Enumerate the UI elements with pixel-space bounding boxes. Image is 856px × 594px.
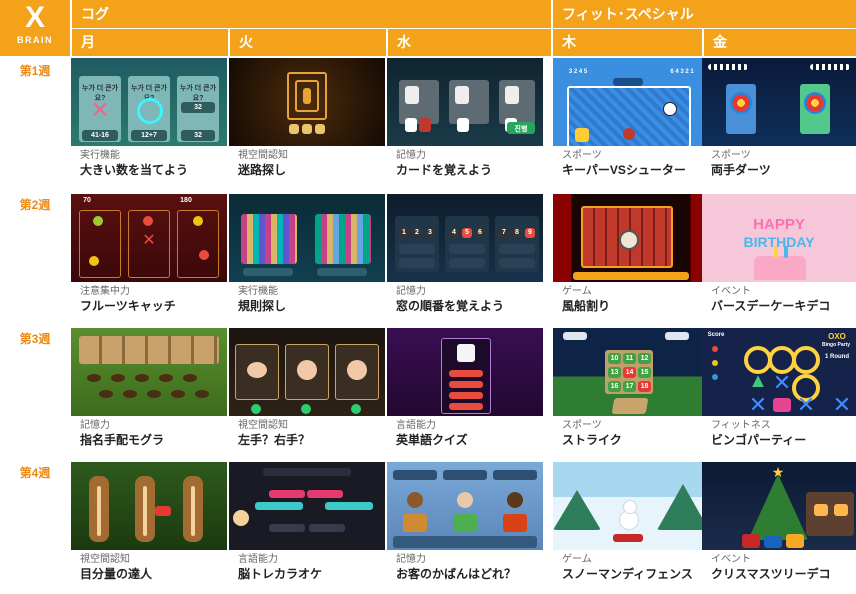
game-category: イベント [711,554,751,565]
game-card[interactable]: 누가 더 큰가요? 누가 더 큰가요? 누가 더 큰가요? ✕ 32 41-16… [71,58,227,178]
game-title: お客のかばんはどれ？ [396,567,517,581]
game-title: ビンゴパーティー [711,433,807,447]
game-category: ゲーム [562,554,592,565]
game-category: 視空間認知 [80,554,130,565]
game-category: 言語能力 [396,420,436,431]
game-category: 記憶力 [80,420,110,431]
game-card[interactable]: スポーツ 両手ダーツ [702,58,856,178]
game-thumbnail [229,194,385,282]
game-card[interactable]: HAPPY BIRTHDAY イベント バースデーケーキデコ [702,194,856,314]
game-category: 実行機能 [80,150,120,161]
game-thumbnail [387,462,543,550]
game-category: フィットネス [711,420,771,431]
game-thumbnail: 진행 [387,58,543,146]
game-category: 記憶力 [396,554,426,565]
game-category: 記憶力 [396,150,426,161]
game-thumbnail: 누가 더 큰가요? 누가 더 큰가요? 누가 더 큰가요? ✕ 32 41-16… [71,58,227,146]
week-label-4: 第4週 [19,466,51,480]
category-header-fit-special: フィット･スペシャル [553,0,856,28]
game-title: キーパーVSシューター [562,163,686,177]
game-card[interactable]: 言語能力 脳トレカラオケ [229,462,385,582]
game-title: 指名手配モグラ [80,433,165,447]
game-thumbnail: 70 180 ✕ [71,194,227,282]
game-title: フルーツキャッチ [80,299,176,313]
game-thumbnail [229,462,385,550]
game-card[interactable]: 70 180 ✕ 注意集中力 フルーツキャッチ [71,194,227,314]
game-thumbnail: 3 2 4 5 6 4 3 2 1 [553,58,709,146]
game-category: ゲーム [562,286,592,297]
day-header-tue: 火 [230,29,386,56]
game-title: 英単語クイズ [396,433,468,447]
game-card[interactable]: OXO Bingo Party Score 1 Round ▲ ✕ ✕ ✕ ✕ … [702,328,856,448]
game-category: スポーツ [562,150,602,161]
game-title: 脳トレカラオケ [238,567,323,581]
game-category: 視空間認知 [238,150,288,161]
game-title: 風船割り [562,299,611,313]
game-thumbnail [71,462,227,550]
game-thumbnail [71,328,227,416]
game-thumbnail [229,58,385,146]
game-card[interactable]: 1 2 3 4 5 6 7 8 9 記憶力 窓の順番を覚えよう [387,194,543,314]
game-title: ストライク [562,433,622,447]
game-card[interactable]: ゲーム 風船割り [553,194,709,314]
game-card[interactable]: 実行機能 規則探し [229,194,385,314]
game-category: スポーツ [711,150,751,161]
game-category: 視空間認知 [238,420,288,431]
game-thumbnail [553,194,709,282]
game-card[interactable]: ★ イベント クリスマスツリーデコ [702,462,856,582]
game-thumbnail: ★ [702,462,856,550]
game-card[interactable]: 視空間認知 迷路探し [229,58,385,178]
game-category: イベント [711,286,751,297]
category-header-cog: コグ [72,0,551,28]
game-category: 実行機能 [238,286,278,297]
game-thumbnail: 10 11 12 13 14 15 16 17 18 [553,328,709,416]
day-header-mon: 月 [72,29,228,56]
game-card[interactable]: 진행 記憶力 カードを覚えよう [387,58,543,178]
game-thumbnail [387,328,543,416]
day-header-fri: 金 [704,29,856,56]
logo-mark: X [24,1,45,34]
game-category: 言語能力 [238,554,278,565]
game-thumbnail: OXO Bingo Party Score 1 Round ▲ ✕ ✕ ✕ ✕ [702,328,856,416]
game-card[interactable]: 視空間認知 目分量の達人 [71,462,227,582]
game-card[interactable]: ゲーム スノーマンディフェンス [553,462,709,582]
game-title: 左手？右手？ [238,433,311,447]
game-title: 規則探し [238,299,287,313]
game-category: スポーツ [562,420,602,431]
game-thumbnail: 1 2 3 4 5 6 7 8 9 [387,194,543,282]
logo-text: BRAIN [17,35,53,45]
game-card[interactable]: 記憶力 指名手配モグラ [71,328,227,448]
game-card[interactable]: 10 11 12 13 14 15 16 17 18 スポーツ ストライク [553,328,709,448]
game-title: 迷路探し [238,163,287,177]
day-header-wed: 水 [388,29,551,56]
game-category: 記憶力 [396,286,426,297]
game-thumbnail: HAPPY BIRTHDAY [702,194,856,282]
game-thumbnail [553,462,709,550]
game-thumbnail [702,58,856,146]
game-card[interactable]: 3 2 4 5 6 4 3 2 1 スポーツ キーパーVSシューター [553,58,709,178]
game-title: クリスマスツリーデコ [711,567,831,581]
xbrain-logo: X BRAIN [0,0,70,56]
game-card[interactable]: 言語能力 英単語クイズ [387,328,543,448]
game-title: 大きい数を当てよう [80,163,189,177]
game-title: カードを覚えよう [396,163,493,177]
game-title: 窓の順番を覚えよう [396,299,505,313]
week-label-1: 第1週 [19,64,51,78]
game-thumbnail [229,328,385,416]
week-label-2: 第2週 [19,198,51,212]
game-category: 注意集中力 [80,286,130,297]
game-card[interactable]: 視空間認知 左手？右手？ [229,328,385,448]
game-title: 両手ダーツ [711,163,771,177]
game-card[interactable]: 記憶力 お客のかばんはどれ？ [387,462,543,582]
week-label-3: 第3週 [19,332,51,346]
game-title: バースデーケーキデコ [711,299,831,313]
game-title: 目分量の達人 [80,567,153,581]
day-header-thu: 木 [553,29,702,56]
game-title: スノーマンディフェンス [562,567,693,581]
